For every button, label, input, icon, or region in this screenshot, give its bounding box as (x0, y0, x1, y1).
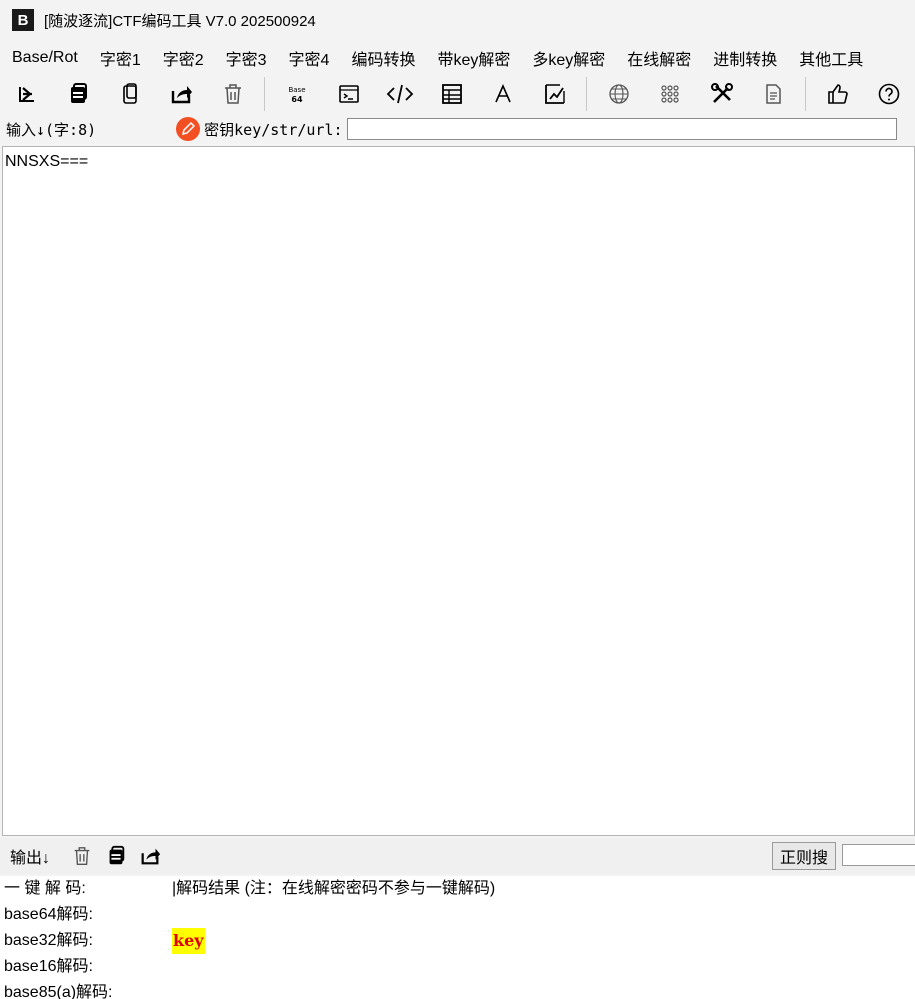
input-header: 输入↓(字:8) 密钥key/str/url: (0, 114, 915, 144)
row-label: 一 键 解 码: (4, 880, 86, 897)
copy-icon[interactable] (59, 76, 96, 112)
row-label: base64解码: (4, 906, 93, 923)
title-bar: B [随波逐流]CTF编码工具 V7.0 202500924 (0, 0, 915, 40)
base64-icon[interactable]: Base 64 (278, 76, 315, 112)
output-header: 输出↓ 正则搜 (0, 838, 915, 874)
chart-icon[interactable] (536, 76, 573, 112)
menu-key-decrypt[interactable]: 带key解密 (426, 46, 521, 70)
toolbar-separator (264, 77, 266, 111)
help-icon[interactable] (871, 76, 908, 112)
menu-zimi1[interactable]: 字密1 (89, 46, 152, 70)
paste-icon[interactable] (111, 76, 148, 112)
window-title: [随波逐流]CTF编码工具 V7.0 202500924 (44, 12, 316, 30)
menu-multikey-decrypt[interactable]: 多key解密 (521, 46, 616, 70)
copy-icon[interactable] (102, 842, 130, 870)
menu-zimi4[interactable]: 字密4 (278, 46, 341, 70)
thumbs-up-icon[interactable] (819, 76, 856, 112)
row-label: base16解码: (4, 958, 93, 975)
row-label: base85(a)解码: (4, 984, 113, 999)
output-row: 一 键 解 码: |解码结果 (注：在线解密密码不参与一键解码) (0, 876, 915, 902)
menu-base-rot[interactable]: Base/Rot (0, 49, 89, 67)
regex-search-button[interactable]: 正则搜 (772, 842, 836, 870)
font-icon[interactable] (484, 76, 521, 112)
menu-other-tools[interactable]: 其他工具 (788, 46, 874, 70)
trash-icon[interactable] (214, 76, 251, 112)
regex-input[interactable] (842, 844, 915, 866)
grid-icon[interactable] (652, 76, 689, 112)
trash-icon[interactable] (68, 842, 96, 870)
menu-bar: Base/Rot 字密1 字密2 字密3 字密4 编码转换 带key解密 多ke… (0, 44, 915, 72)
row-label: base32解码: (4, 932, 93, 949)
menu-encoding-convert[interactable]: 编码转换 (340, 46, 426, 70)
output-row: base16解码: (0, 954, 915, 980)
share-icon[interactable] (162, 76, 199, 112)
menu-zimi2[interactable]: 字密2 (152, 46, 215, 70)
toolbar-separator (586, 77, 588, 111)
tools-icon[interactable] (703, 76, 740, 112)
globe-icon[interactable] (600, 76, 637, 112)
import-icon[interactable] (8, 76, 45, 112)
input-textarea[interactable]: NNSXS=== (2, 146, 915, 836)
output-label: 输出↓ (10, 850, 51, 867)
menu-online-decrypt[interactable]: 在线解密 (616, 46, 702, 70)
svg-text:64: 64 (292, 95, 304, 104)
input-content: NNSXS=== (5, 153, 89, 170)
output-row: base64解码: (0, 902, 915, 928)
app-logo-icon: B (12, 9, 34, 31)
toolbar-separator (805, 77, 807, 111)
toolbar: Base 64 (0, 74, 915, 114)
menu-zimi3[interactable]: 字密3 (215, 46, 278, 70)
output-row: base85(a)解码: (0, 980, 915, 999)
output-textarea[interactable]: 一 键 解 码: |解码结果 (注：在线解密密码不参与一键解码) base64解… (0, 876, 915, 999)
key-input[interactable] (346, 118, 897, 140)
key-label: 密钥key/str/url: (204, 120, 343, 139)
input-label: 输入↓(字:8) (6, 120, 97, 139)
menu-base-convert[interactable]: 进制转换 (702, 46, 788, 70)
code-icon[interactable] (381, 76, 418, 112)
share-icon[interactable] (136, 842, 164, 870)
table-icon[interactable] (433, 76, 470, 112)
document-icon[interactable] (755, 76, 792, 112)
pencil-icon (176, 117, 201, 141)
svg-text:Base: Base (289, 86, 306, 94)
decoded-result-highlight: key (172, 928, 205, 954)
output-row: base32解码: key (0, 928, 915, 954)
row-value: |解码结果 (注：在线解密密码不参与一键解码) (172, 880, 496, 897)
terminal-icon[interactable] (330, 76, 367, 112)
